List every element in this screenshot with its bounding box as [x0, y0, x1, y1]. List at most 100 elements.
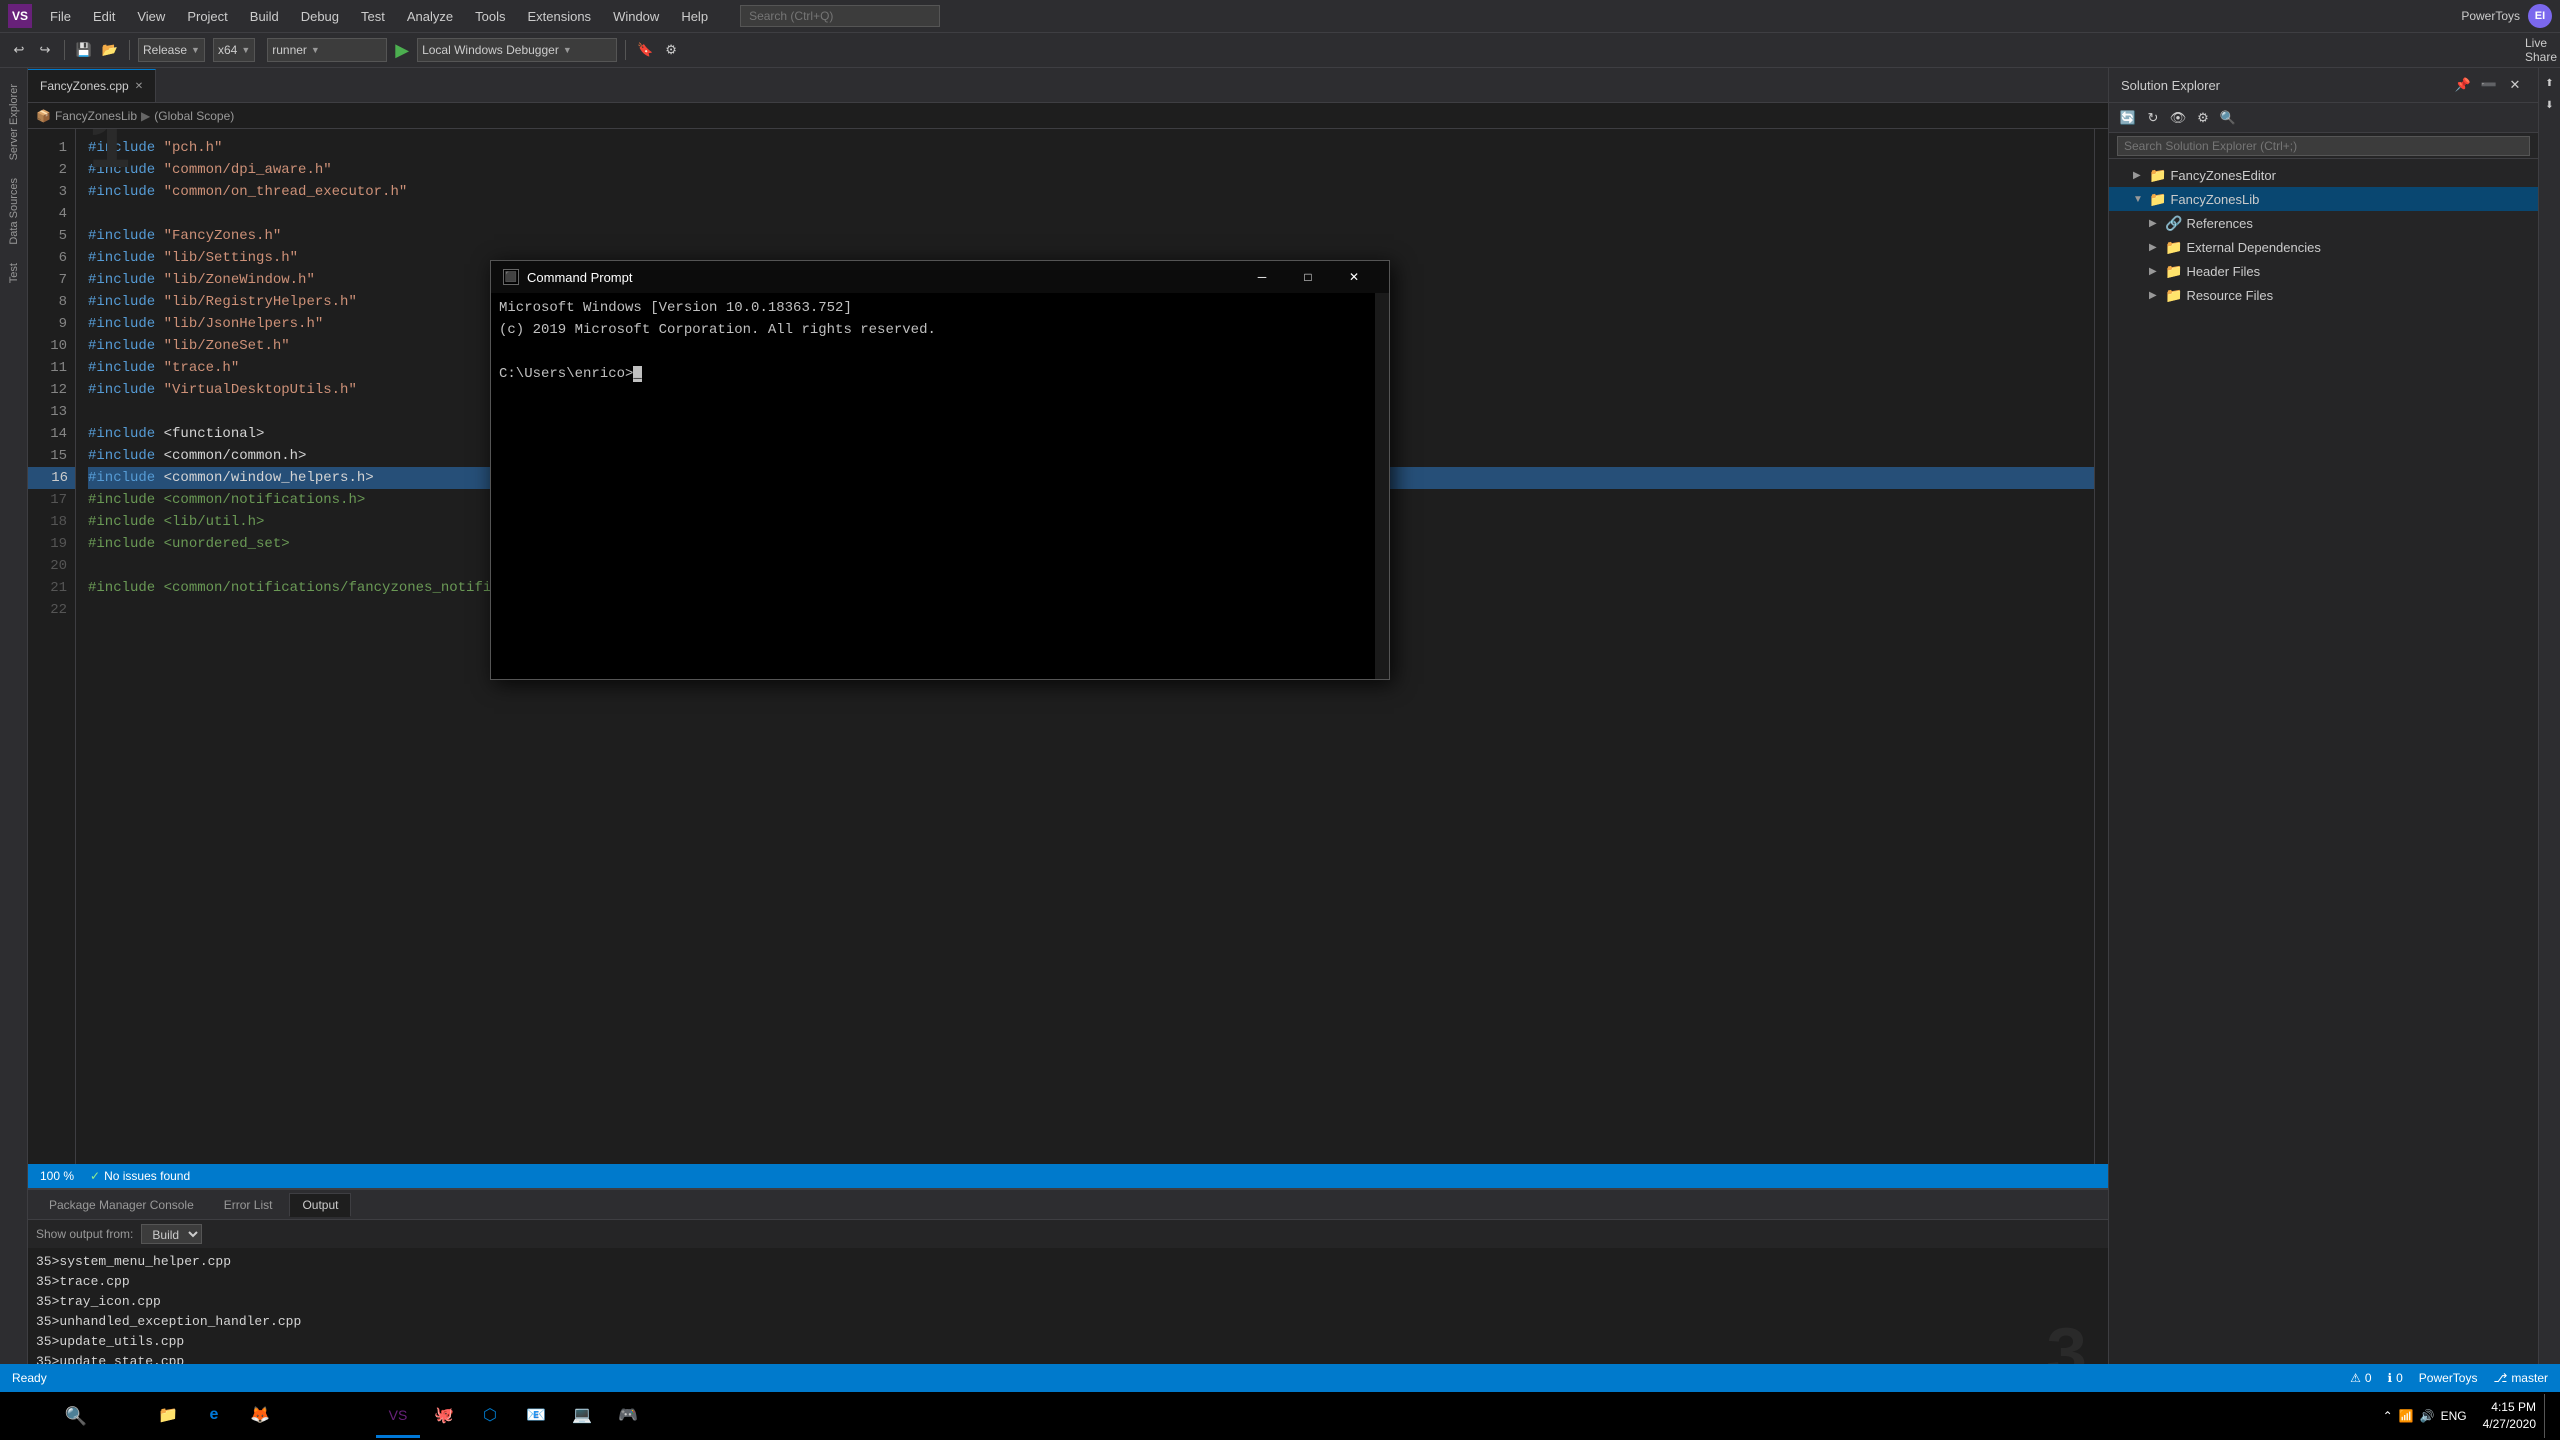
errors-value: 0 [2365, 1371, 2372, 1385]
firefox-button[interactable]: 🦊 [238, 1394, 282, 1438]
vs-taskbar-button[interactable]: VS [376, 1394, 420, 1438]
editor-scrollbar[interactable] [2094, 129, 2108, 1164]
edge-button[interactable]: e [192, 1394, 236, 1438]
task-view-button[interactable]: ⧉ [100, 1394, 144, 1438]
code-line-2: #include "common/dpi_aware.h" [88, 159, 2094, 181]
date-label: 4/27/2020 [2483, 1416, 2536, 1433]
ln-22: 22 [28, 599, 67, 621]
bookmark-button[interactable]: 🔖 [634, 39, 656, 61]
chrome-icon: ⬤ [297, 1405, 315, 1425]
breadcrumb-lib[interactable]: FancyZonesLib [55, 109, 137, 123]
outlook-button[interactable]: 📧 [514, 1394, 558, 1438]
menu-file[interactable]: File [40, 5, 81, 28]
test-tab[interactable]: Test [4, 255, 24, 291]
settings-button[interactable]: ⚙ [660, 39, 682, 61]
tab-package-manager[interactable]: Package Manager Console [36, 1193, 207, 1217]
output-source-dropdown[interactable]: Build [141, 1224, 202, 1244]
breadcrumb-separator: ▶ [141, 109, 150, 123]
se-collapse-button[interactable]: ➖ [2478, 74, 2500, 96]
vscode-button[interactable]: ⬡ [468, 1394, 512, 1438]
breadcrumb-scope[interactable]: (Global Scope) [154, 109, 234, 123]
start-debug-button[interactable]: ▶ [391, 40, 413, 61]
ln-11: 11 [28, 357, 67, 379]
ln-14: 14 [28, 423, 67, 445]
code-line-3: #include "common/on_thread_executor.h" [88, 181, 2094, 203]
chrome-button[interactable]: ⬤ [284, 1394, 328, 1438]
menu-edit[interactable]: Edit [83, 5, 125, 28]
menu-help[interactable]: Help [671, 5, 718, 28]
github-desktop-button[interactable]: 🐙 [422, 1394, 466, 1438]
tree-fancyzones-lib[interactable]: ▼ 📁 FancyZonesLib [2109, 187, 2538, 211]
app4-button[interactable]: 🗃 [652, 1394, 696, 1438]
menu-window[interactable]: Window [603, 5, 669, 28]
app3-button[interactable]: 🎮 [606, 1394, 650, 1438]
undo-button[interactable]: ↩ [8, 39, 30, 61]
show-desktop-button[interactable] [2544, 1394, 2552, 1438]
menu-tools[interactable]: Tools [465, 5, 515, 28]
se-sync-button[interactable]: 🔄 [2117, 107, 2139, 129]
mini-btn-2[interactable]: ⬇ [2539, 94, 2560, 116]
time-label: 4:15 PM [2483, 1399, 2536, 1416]
se-properties-button[interactable]: ⚙ [2192, 107, 2214, 129]
file-explorer-button[interactable]: 📁 [146, 1394, 190, 1438]
menu-test[interactable]: Test [351, 5, 395, 28]
data-sources-tab[interactable]: Data Sources [4, 170, 24, 253]
server-explorer-tab[interactable]: Server Explorer [4, 76, 24, 168]
tree-references[interactable]: ▶ 🔗 References [2109, 211, 2538, 235]
tab-close-button[interactable]: ✕ [135, 81, 143, 92]
menu-extensions[interactable]: Extensions [517, 5, 601, 28]
tab-output[interactable]: Output [289, 1193, 351, 1217]
menu-right: PowerToys EI [2461, 4, 2552, 28]
tree-external-dependencies[interactable]: ▶ 📁 External Dependencies [2109, 235, 2538, 259]
tab-error-list[interactable]: Error List [211, 1193, 286, 1217]
redo-button[interactable]: ↪ [34, 39, 56, 61]
menu-view[interactable]: View [127, 5, 175, 28]
cmd-content[interactable]: Microsoft Windows [Version 10.0.18363.75… [491, 293, 1389, 679]
debugger-dropdown[interactable]: Local Windows Debugger ▼ [417, 38, 617, 62]
save-all-button[interactable]: 💾 [73, 39, 95, 61]
cmd-close-button[interactable]: ✕ [1331, 261, 1377, 293]
ready-label: Ready [12, 1371, 47, 1385]
tree-header-files[interactable]: ▶ 📁 Header Files [2109, 259, 2538, 283]
chevron-up-icon[interactable]: ⌃ [2383, 1409, 2393, 1423]
config-dropdown[interactable]: Release ▼ [138, 38, 205, 62]
mini-btn-1[interactable]: ⬆ [2539, 72, 2560, 94]
se-refresh-button[interactable]: ↻ [2142, 107, 2164, 129]
cmd-scrollbar[interactable] [1375, 293, 1389, 679]
editor-tab-fancyzones[interactable]: FancyZones.cpp ✕ [28, 69, 156, 102]
menu-debug[interactable]: Debug [291, 5, 349, 28]
explorer-button[interactable]: 🗂 [330, 1394, 374, 1438]
se-close-button[interactable]: ✕ [2504, 74, 2526, 96]
se-show-all-button[interactable]: 👁 [2167, 107, 2189, 129]
menu-project[interactable]: Project [177, 5, 237, 28]
open-button[interactable]: 📂 [99, 39, 121, 61]
se-filter-button[interactable]: 🔍 [2217, 107, 2239, 129]
cmd-maximize-button[interactable]: □ [1285, 261, 1331, 293]
cmd-prompt-line: C:\Users\enrico>_ [499, 363, 1381, 385]
project-dropdown[interactable]: runner ▼ [267, 38, 387, 62]
search-input[interactable] [740, 5, 940, 27]
issues-status: ✓ No issues found [90, 1169, 190, 1183]
live-share-button[interactable]: Live Share [2530, 39, 2552, 61]
menu-analyze[interactable]: Analyze [397, 5, 463, 28]
warnings-count: ℹ 0 [2388, 1371, 2403, 1385]
tree-resource-files[interactable]: ▶ 📁 Resource Files [2109, 283, 2538, 307]
powertoys-status: PowerToys [2419, 1371, 2478, 1385]
menu-build[interactable]: Build [240, 5, 289, 28]
start-button[interactable]: ⊞ [8, 1394, 52, 1438]
lang-label: ENG [2441, 1409, 2467, 1423]
time-date[interactable]: 4:15 PM 4/27/2020 [2483, 1399, 2536, 1433]
ln-6: 6 [28, 247, 67, 269]
se-search-input[interactable] [2117, 136, 2530, 156]
se-pin-button[interactable]: 📌 [2452, 74, 2474, 96]
powertoys-label: PowerToys [2461, 9, 2520, 23]
tree-fancyzones-editor[interactable]: ▶ 📁 FancyZonesEditor [2109, 163, 2538, 187]
taskbar: ⊞ 🔍 ⧉ 📁 e 🦊 ⬤ 🗂 VS 🐙 ⬡ 📧 💻 🎮 🗃 ⌃ [0, 1392, 2560, 1440]
cmd-title: Command Prompt [527, 270, 632, 285]
live-share-label: Live Share [2525, 36, 2557, 64]
app2-button[interactable]: 💻 [560, 1394, 604, 1438]
cmd-minimize-button[interactable]: ─ [1239, 261, 1285, 293]
user-avatar[interactable]: EI [2528, 4, 2552, 28]
search-button[interactable]: 🔍 [54, 1394, 98, 1438]
platform-dropdown[interactable]: x64 ▼ [213, 38, 255, 62]
